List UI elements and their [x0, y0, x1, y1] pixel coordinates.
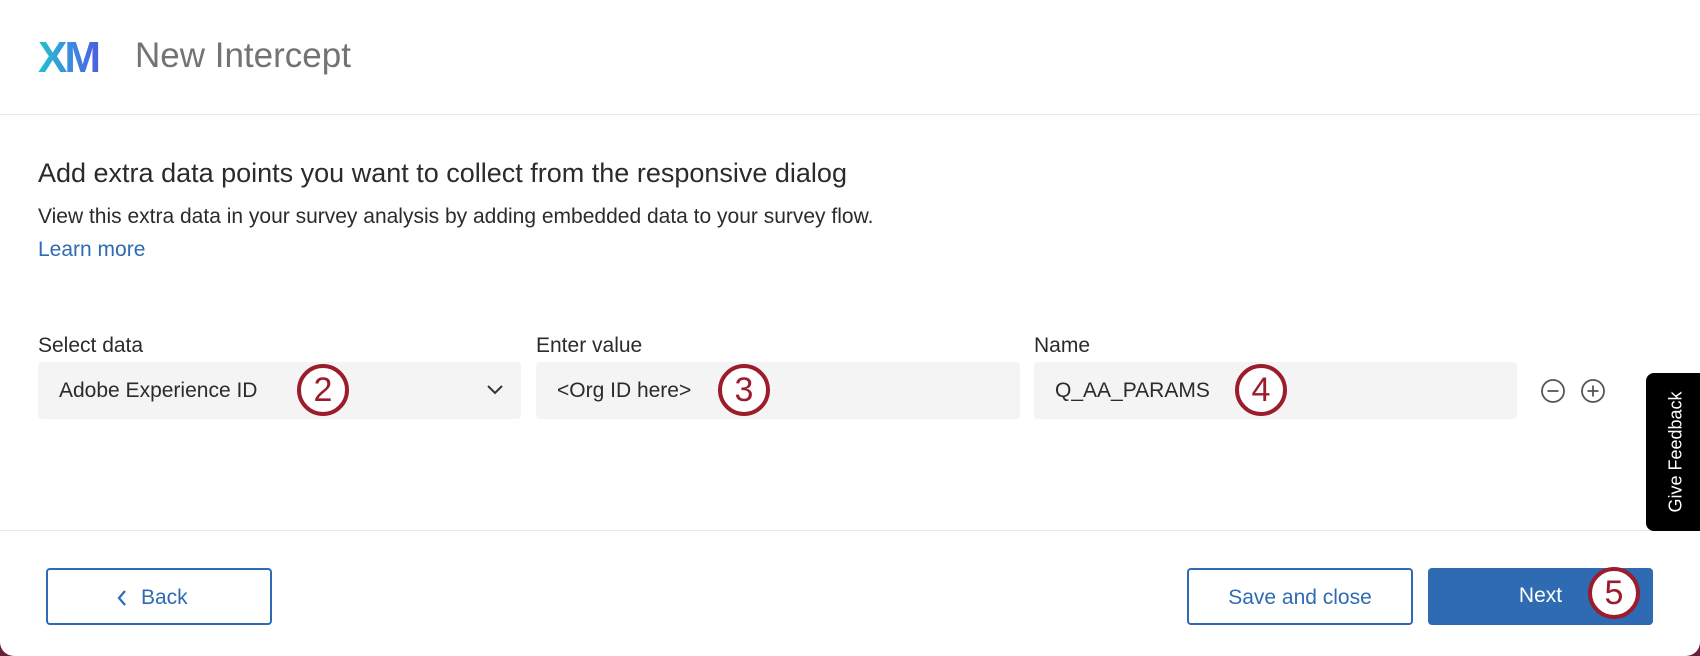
name-label: Name: [1034, 334, 1091, 357]
back-button[interactable]: Back: [46, 568, 272, 625]
save-and-close-label: Save and close: [1228, 586, 1372, 609]
step-marker-3: 3: [718, 364, 770, 416]
enter-value-input[interactable]: <Org ID here>: [536, 362, 1020, 419]
page-title: New Intercept: [135, 36, 351, 75]
save-and-close-button[interactable]: Save and close: [1187, 568, 1413, 625]
xm-logo: XM: [38, 36, 101, 76]
step-marker-2: 2: [297, 364, 349, 416]
step-marker-5: 5: [1588, 567, 1640, 619]
dialog-header: XM New Intercept: [0, 0, 1700, 115]
section-heading: Add extra data points you want to collec…: [38, 158, 847, 188]
chevron-left-icon: [117, 590, 126, 606]
back-button-label: Back: [141, 586, 188, 609]
select-data-dropdown[interactable]: Adobe Experience ID: [38, 362, 521, 419]
section-description: View this extra data in your survey anal…: [38, 205, 874, 228]
name-value: Q_AA_PARAMS: [1055, 379, 1210, 402]
footer-divider: [0, 530, 1700, 531]
enter-value-text: <Org ID here>: [557, 379, 692, 402]
give-feedback-tab[interactable]: Give Feedback: [1646, 373, 1700, 531]
plus-circle-icon[interactable]: [1580, 378, 1606, 404]
learn-more-link[interactable]: Learn more: [38, 236, 145, 264]
enter-value-label: Enter value: [536, 334, 643, 357]
select-data-label: Select data: [38, 334, 144, 357]
minus-circle-icon[interactable]: [1540, 378, 1566, 404]
chevron-down-icon: [487, 385, 503, 395]
select-data-value: Adobe Experience ID: [59, 379, 258, 402]
logo-text: XM: [38, 36, 98, 76]
new-intercept-dialog: XM New Intercept Add extra data points y…: [0, 0, 1700, 656]
give-feedback-label: Give Feedback: [1665, 391, 1686, 513]
step-marker-4: 4: [1235, 364, 1287, 416]
